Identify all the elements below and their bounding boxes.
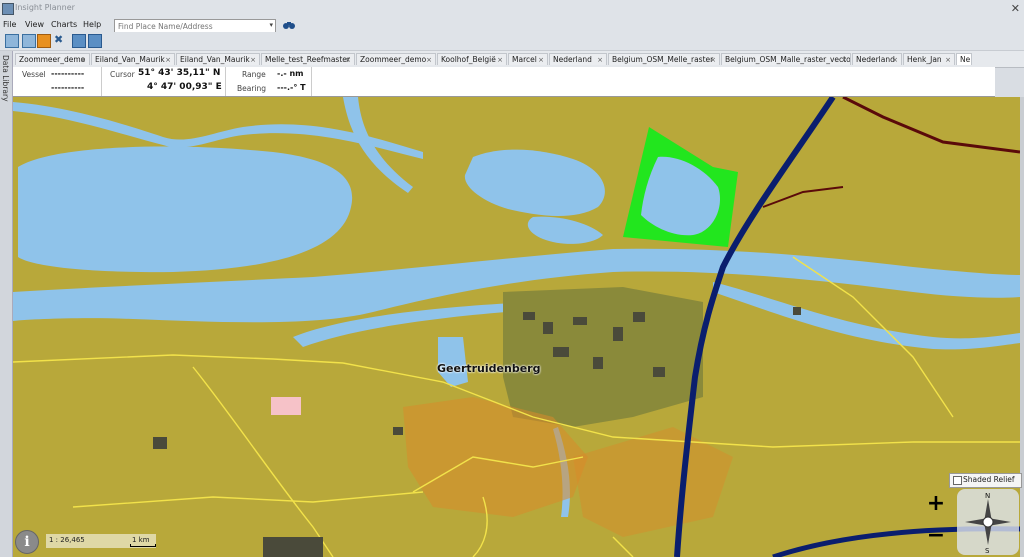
- cursor-section: Cursor 51° 43' 35,11" N 4° 47' 00,93" E: [101, 67, 226, 96]
- vessel-line2: ----------: [51, 83, 85, 92]
- chart-map[interactable]: [13, 97, 1020, 557]
- window-title: Insight Planner: [15, 3, 75, 12]
- lake: [18, 146, 353, 273]
- orange-icon[interactable]: [37, 34, 51, 48]
- chart-tab[interactable]: Zoommeer_demo ×: [356, 53, 436, 65]
- tab-close-icon[interactable]: ×: [597, 54, 603, 65]
- cursor-lat: 51° 43' 35,11" N: [138, 68, 221, 78]
- menu-charts[interactable]: Charts: [51, 20, 77, 29]
- chart-tab-label: Marcel: [512, 55, 537, 64]
- map-scrollbar[interactable]: [1020, 97, 1024, 557]
- chart-tab[interactable]: Ne: [956, 53, 972, 65]
- chart-tab[interactable]: Zoommeer_demo ×: [15, 53, 90, 65]
- place-label-geertruidenberg: Geertruidenberg: [437, 362, 541, 375]
- chart-tab-label: Melle_test_Reefmaster: [265, 55, 350, 64]
- chart-tab[interactable]: Koolhof_België ×: [437, 53, 507, 65]
- range-label: Range: [242, 70, 266, 79]
- chart-tab[interactable]: Nederland ×: [852, 53, 902, 65]
- cursor-lon: 4° 47' 00,93" E: [147, 82, 222, 92]
- chart-tab-label: Eiland_Van_Maurik: [95, 55, 165, 64]
- chart-tab-label: Zoommeer_demo: [19, 55, 86, 64]
- tab-close-icon[interactable]: ×: [710, 54, 716, 65]
- pond-a: [464, 149, 605, 216]
- data-library-sidebar[interactable]: Data Library: [0, 51, 13, 557]
- menu-file[interactable]: File: [3, 20, 16, 29]
- close-icon[interactable]: ✕: [1011, 2, 1020, 15]
- svg-text:S: S: [985, 547, 990, 555]
- info-button[interactable]: i: [15, 530, 39, 554]
- chart-tab-label: Nederland: [553, 55, 592, 64]
- tools-icon[interactable]: ✖: [54, 34, 66, 46]
- tab-close-icon[interactable]: ×: [892, 54, 898, 65]
- place-search-input[interactable]: [115, 20, 269, 32]
- binoculars-icon[interactable]: [282, 19, 296, 31]
- bearing-label: Bearing: [237, 84, 267, 93]
- tab-close-icon[interactable]: ×: [841, 54, 847, 65]
- chart-tab[interactable]: Eiland_Van_Maurik ×: [176, 53, 260, 65]
- vessel-label: Vessel: [22, 70, 46, 79]
- range-bearing-section: Range -.- nm Bearing ---.-° T: [225, 67, 312, 96]
- menu-help[interactable]: Help: [83, 20, 101, 29]
- svg-text:N: N: [985, 492, 990, 500]
- scale-ratio: 1 : 26,465: [49, 536, 85, 544]
- shaded-relief-toggle[interactable]: Shaded Relief: [949, 473, 1022, 488]
- doc-icon-2[interactable]: [88, 34, 102, 48]
- tab-close-icon[interactable]: ×: [345, 54, 351, 65]
- scale-bar: 1 : 26,465 1 km: [46, 534, 156, 548]
- tab-close-icon[interactable]: ×: [80, 54, 86, 65]
- shaded-relief-label: Shaded Relief: [963, 475, 1015, 484]
- pink-area: [271, 397, 301, 415]
- tab-close-icon[interactable]: ×: [165, 54, 171, 65]
- tab-close-icon[interactable]: ×: [250, 54, 256, 65]
- chart-tab[interactable]: Belgium_OSM_Melle_raster ×: [608, 53, 720, 65]
- chart-tab[interactable]: Melle_test_Reefmaster ×: [261, 53, 355, 65]
- chart-tab[interactable]: Belgium_OSM_Malle_raster_vector ×: [721, 53, 851, 65]
- doc-icon-1[interactable]: [72, 34, 86, 48]
- sidebar-label: Data Library: [1, 55, 10, 102]
- chart-tab-label: Koolhof_België: [441, 55, 496, 64]
- place-search-box[interactable]: ▾: [114, 19, 276, 33]
- railway: [842, 97, 1020, 154]
- tab-close-icon[interactable]: ×: [497, 54, 503, 65]
- tab-close-icon[interactable]: ×: [945, 54, 951, 65]
- nav-info-bar: Vessel ---------- ---------- Cursor 51° …: [13, 67, 995, 97]
- tab-close-icon[interactable]: ×: [426, 54, 432, 65]
- chart-tab[interactable]: Nederland ×: [549, 53, 607, 65]
- cursor-label: Cursor: [110, 70, 135, 79]
- bearing-value: ---.-° T: [277, 83, 306, 92]
- scale-bar-line: [130, 544, 156, 547]
- shaded-relief-checkbox[interactable]: [953, 476, 962, 485]
- chart-tab-label: Belgium_OSM_Melle_raster: [612, 55, 714, 64]
- app-icon: [2, 3, 14, 15]
- railway-branch: [762, 186, 844, 208]
- menu-view[interactable]: View: [25, 20, 44, 29]
- zoom-out-button[interactable]: −: [925, 525, 947, 548]
- chart-tab-label: Henk_Jan: [907, 55, 942, 64]
- zoom-in-button[interactable]: +: [925, 493, 947, 516]
- chart-tab[interactable]: Henk_Jan ×: [903, 53, 955, 65]
- list-icon[interactable]: [5, 34, 19, 48]
- chart-tab-label: Ne: [960, 55, 971, 64]
- toolbar: [0, 32, 1024, 51]
- title-bar: Insight Planner ✕: [0, 0, 1024, 19]
- chart-tab-label: Belgium_OSM_Malle_raster_vector: [725, 55, 851, 64]
- scale-distance: 1 km: [132, 536, 150, 544]
- chart-tabs: Zoommeer_demo × Eiland_Van_Maurik × Eiland_V…: [13, 51, 1024, 68]
- tab-close-icon[interactable]: ×: [538, 54, 544, 65]
- vessel-section: Vessel ---------- ----------: [13, 67, 102, 96]
- panel-icon[interactable]: [22, 34, 36, 48]
- map-graphics: [13, 97, 1020, 557]
- range-value: -.- nm: [277, 69, 304, 78]
- chart-tab-label: Zoommeer_demo: [360, 55, 427, 64]
- chart-tab-label: Nederland: [856, 55, 895, 64]
- chart-tab[interactable]: Eiland_Van_Maurik ×: [91, 53, 175, 65]
- chart-tab-label: Eiland_Van_Maurik: [180, 55, 250, 64]
- chart-tab[interactable]: Marcel ×: [508, 53, 548, 65]
- pond-b: [527, 216, 603, 244]
- compass-rose-icon[interactable]: N S: [957, 489, 1019, 555]
- vessel-line1: ----------: [51, 69, 85, 78]
- chevron-down-icon[interactable]: ▾: [269, 21, 273, 29]
